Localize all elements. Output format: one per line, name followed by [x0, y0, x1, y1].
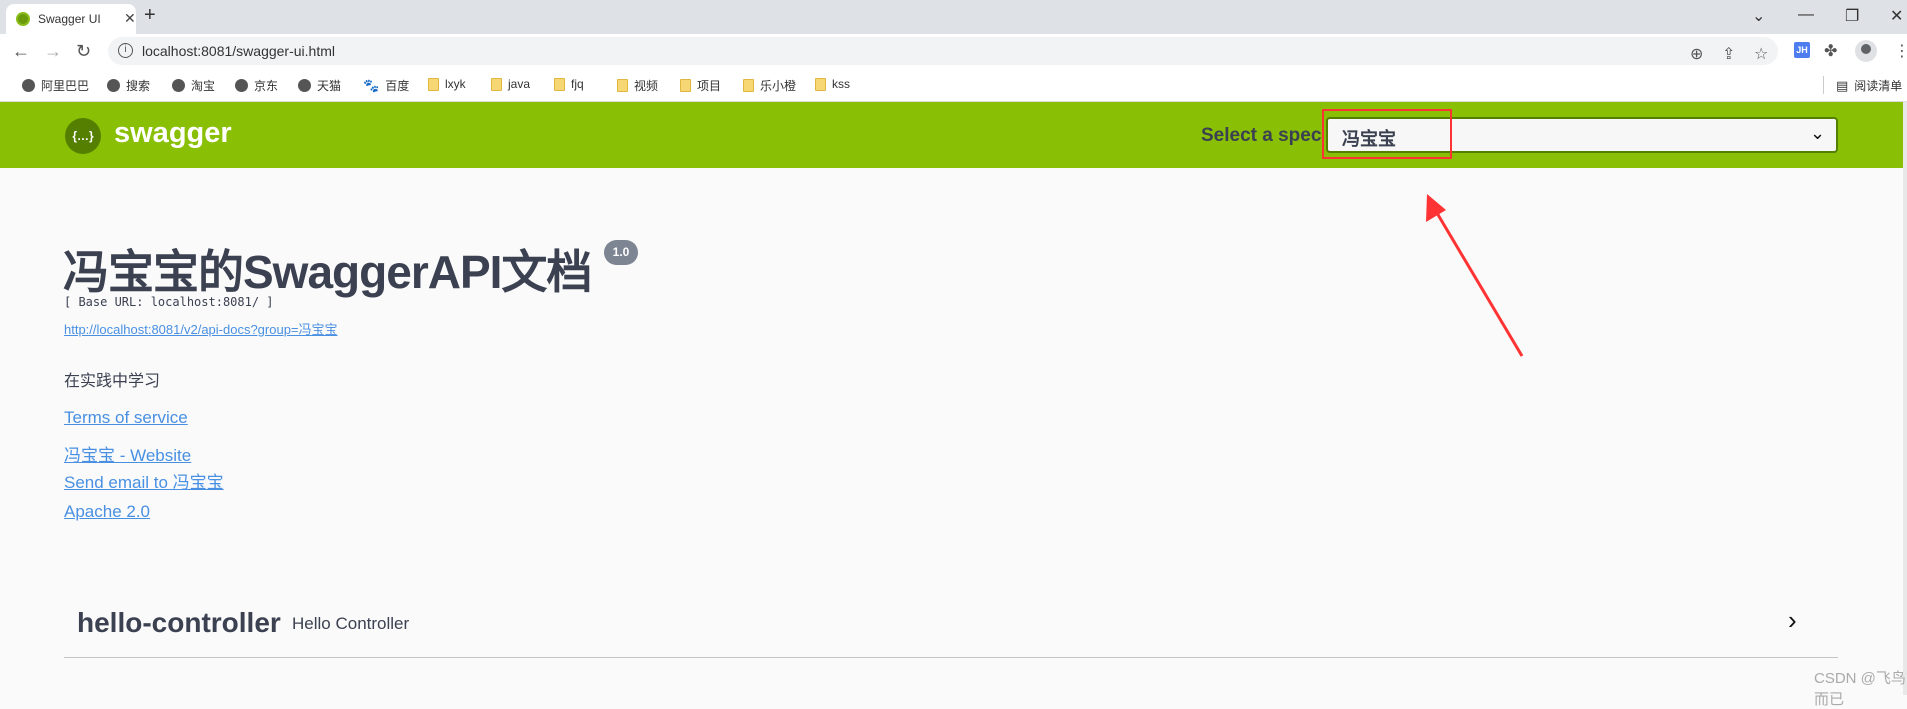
version-badge: 1.0 [604, 240, 638, 265]
divider [64, 657, 1838, 658]
api-docs-link[interactable]: http://localhost:8081/v2/api-docs?group=… [64, 319, 338, 338]
base-url: [ Base URL: localhost:8081/ ] [64, 295, 274, 309]
chevron-right-icon[interactable]: › [1788, 605, 1797, 636]
terms-of-service-link[interactable]: Terms of service [64, 408, 188, 428]
license-link[interactable]: Apache 2.0 [64, 502, 150, 522]
csdn-watermark: CSDN @飞鸟而已 [1814, 670, 1906, 708]
annotation-arrow [1426, 194, 1524, 357]
website-link[interactable]: 冯宝宝 - Website [64, 441, 191, 466]
page-title: 冯宝宝的SwaggerAPI文档 [63, 246, 592, 298]
contact-email-link[interactable]: Send email to 冯宝宝 [64, 468, 224, 493]
tag-name[interactable]: hello-controller [77, 607, 281, 639]
api-description: 在实践中学习 [64, 373, 161, 390]
tag-description: Hello Controller [292, 614, 410, 633]
